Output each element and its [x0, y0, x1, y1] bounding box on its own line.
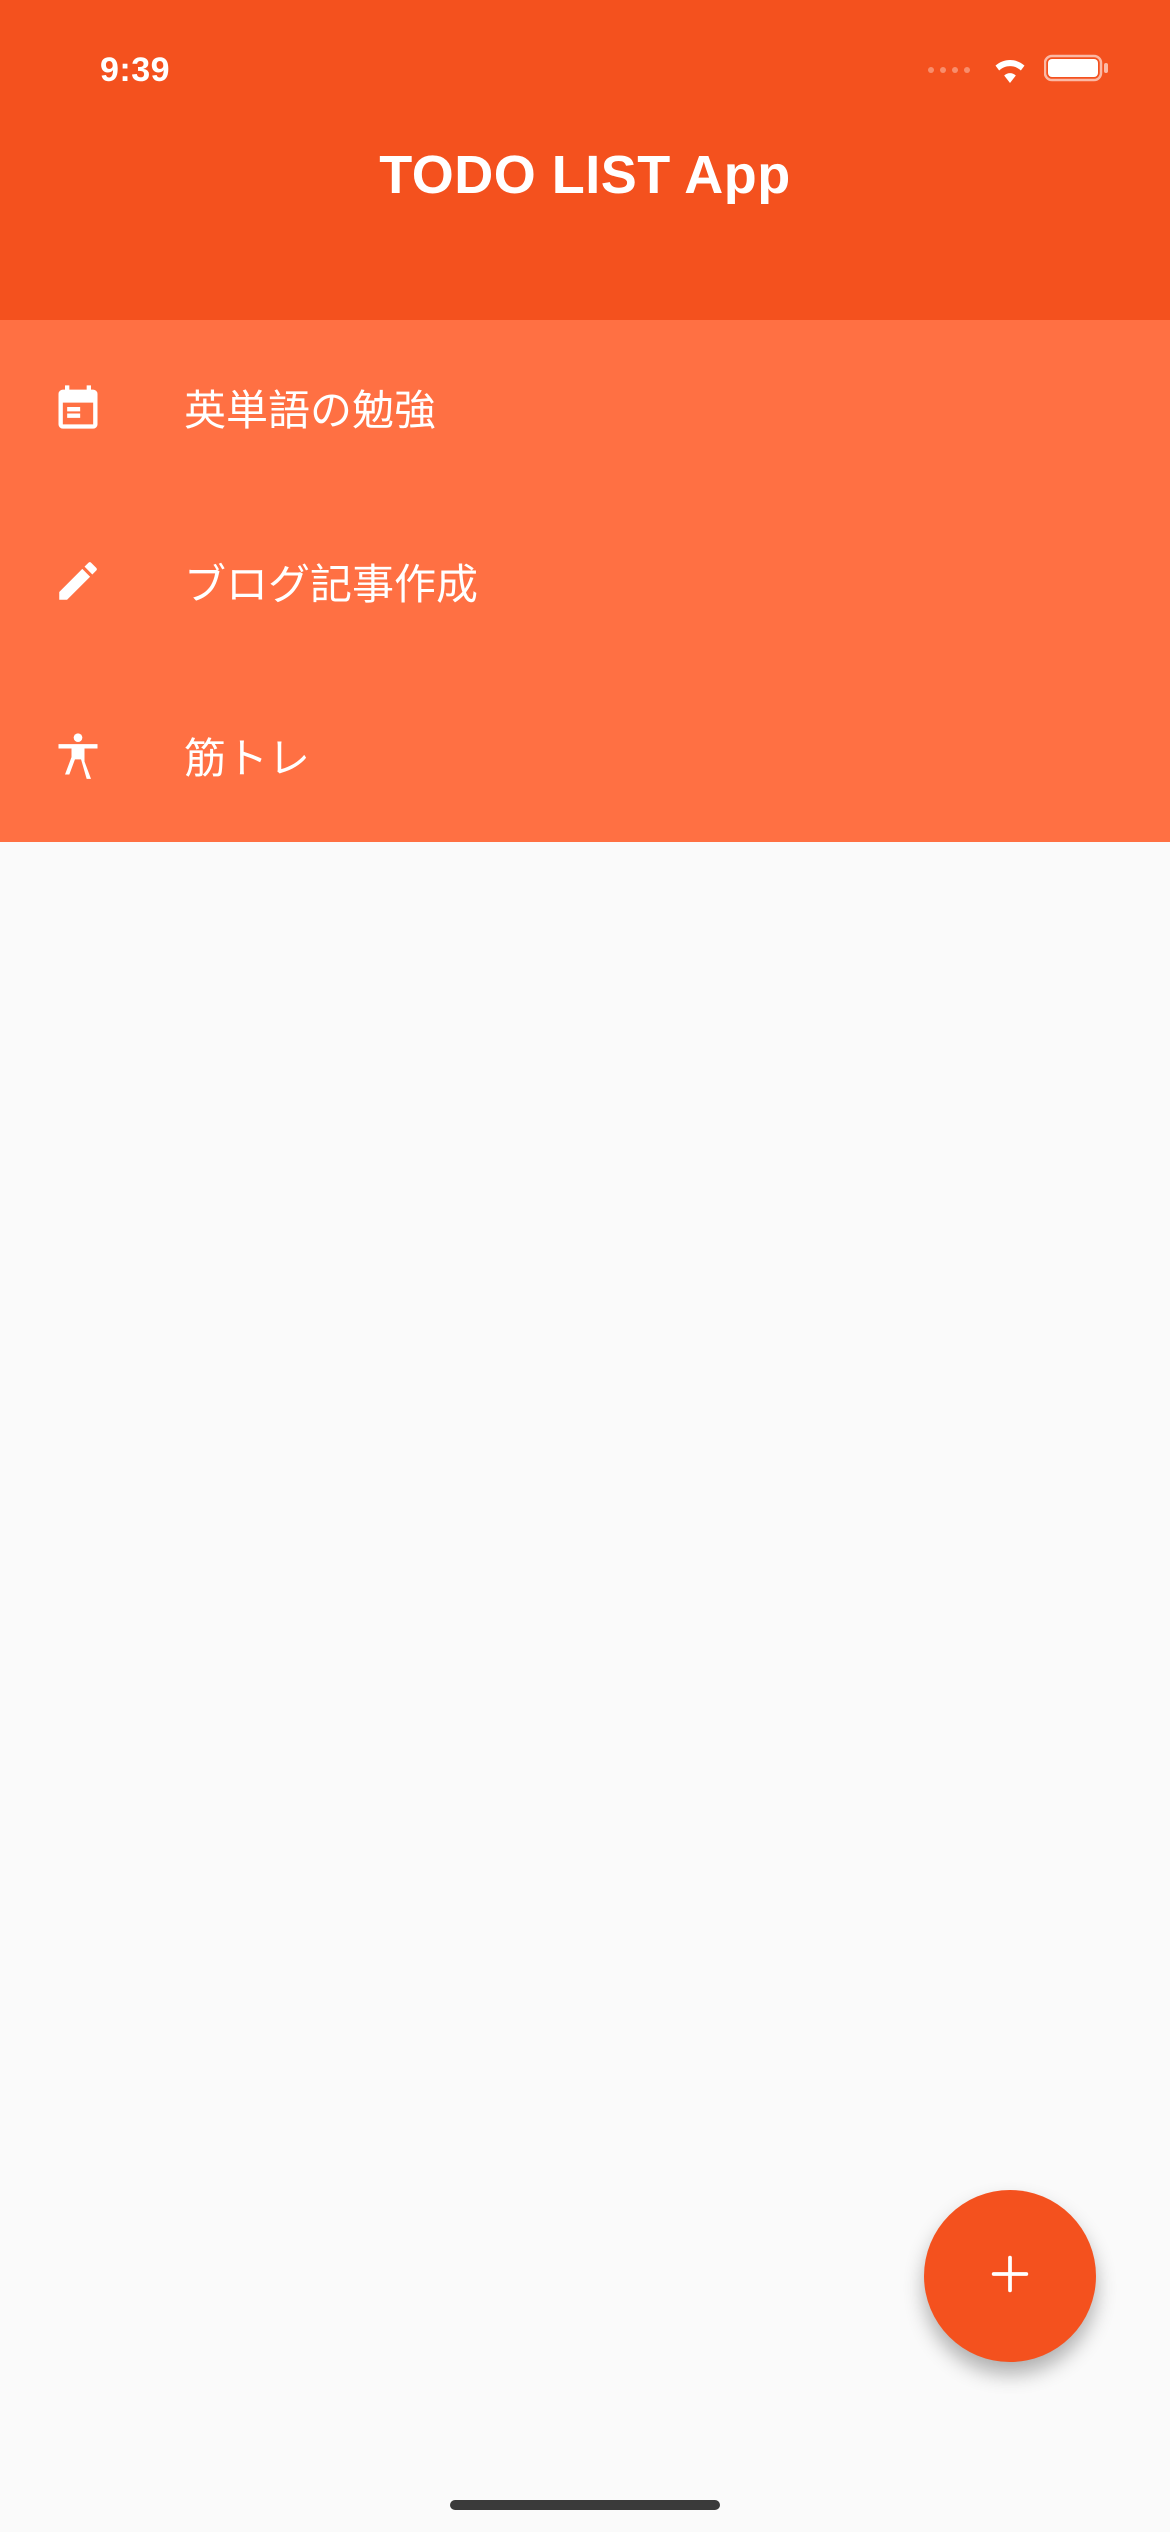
app-bar: TODO LIST App [0, 120, 1170, 320]
list-item[interactable]: ブログ記事作成 [0, 494, 1170, 668]
calendar-event-icon [50, 379, 106, 435]
status-icons [928, 53, 1110, 88]
list-item[interactable]: 筋トレ [0, 668, 1170, 842]
list-item[interactable]: 英単語の勉強 [0, 320, 1170, 494]
edit-pencil-icon [50, 553, 106, 609]
todo-list: 英単語の勉強 ブログ記事作成 筋トレ [0, 320, 1170, 842]
accessibility-icon [50, 727, 106, 783]
page-title: TODO LIST App [379, 144, 790, 206]
battery-icon [1044, 53, 1110, 88]
list-item-label: ブログ記事作成 [184, 551, 478, 612]
list-item-label: 筋トレ [184, 725, 310, 786]
home-indicator[interactable] [450, 2500, 720, 2510]
status-bar: 9:39 [0, 0, 1170, 120]
list-item-label: 英単語の勉強 [184, 377, 436, 438]
plus-icon [982, 2246, 1038, 2307]
wifi-icon [990, 53, 1030, 88]
cellular-icon [928, 67, 970, 73]
add-button[interactable] [924, 2190, 1096, 2362]
status-time: 9:39 [100, 51, 170, 90]
